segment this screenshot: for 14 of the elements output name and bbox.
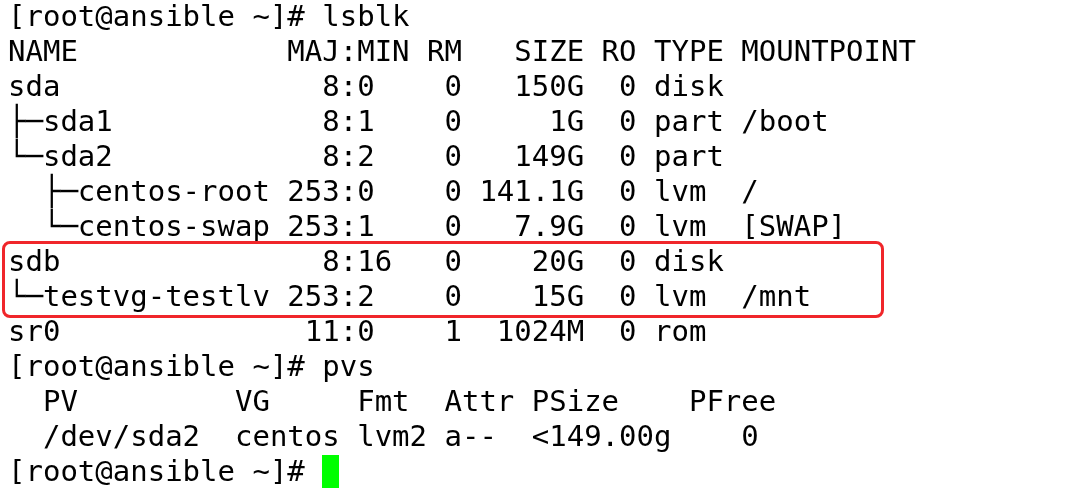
terminal-line: sdb 8:16 0 20G 0 disk: [8, 244, 724, 278]
terminal-line: /dev/sda2 centos lvm2 a-- <149.00g 0: [41, 419, 759, 454]
terminal-line: ├─sda1 8:1 0 1G 0 part /boot: [8, 104, 829, 139]
terminal-line: NAME MAJ:MIN RM SIZE RO TYPE MOUNTPOINT: [8, 34, 916, 69]
terminal-line: sda 8:0 0 150G 0 disk: [8, 69, 724, 103]
terminal-line: [root@ansible ~]#: [8, 454, 306, 489]
terminal-line: [root@ansible ~]# lsblk: [8, 0, 410, 34]
terminal-line: [root@ansible ~]# pvs: [8, 349, 375, 384]
terminal-line: PV VG Fmt Attr PSize PFree: [41, 384, 777, 419]
terminal-line: └─centos-swap 253:1 0 7.9G 0 lvm [SWAP]: [41, 209, 847, 244]
terminal-line: sr0 11:0 1 1024M 0 rom: [8, 314, 707, 349]
terminal-line: └─sda2 8:2 0 149G 0 part: [8, 139, 724, 173]
terminal-line: ├─centos-root 253:0 0 141.1G 0 lvm /: [41, 174, 759, 209]
terminal-line: └─testvg-testlv 253:2 0 15G 0 lvm /mnt: [8, 279, 812, 314]
